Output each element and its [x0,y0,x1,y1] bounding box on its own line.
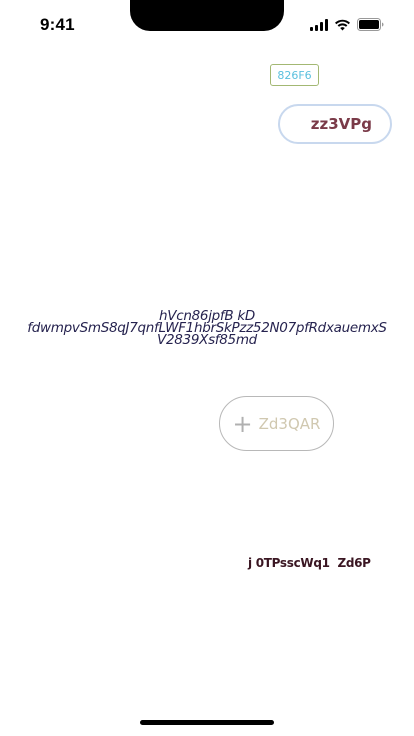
pill-button[interactable]: zz3VPg [278,104,392,144]
add-button-label: Zd3QAR [258,414,321,433]
plus-icon: + [232,409,253,438]
wifi-icon [334,19,351,31]
status-icons [310,18,384,31]
battery-icon [357,18,384,31]
footer-text: j 0TPsscWq1 Zd6P [248,556,371,570]
device-notch [130,0,284,31]
home-indicator[interactable] [140,720,274,725]
status-bar: 9:41 [0,0,414,50]
center-text-block: hVcn86jpfB kD fdwmpvSmS8qJ7qnfLWF1hbrSkP… [0,309,414,347]
add-button[interactable]: + Zd3QAR [219,396,334,451]
tag-badge[interactable]: 826F6 [270,64,319,86]
status-time: 9:41 [40,15,75,34]
cellular-signal-icon [310,18,328,31]
